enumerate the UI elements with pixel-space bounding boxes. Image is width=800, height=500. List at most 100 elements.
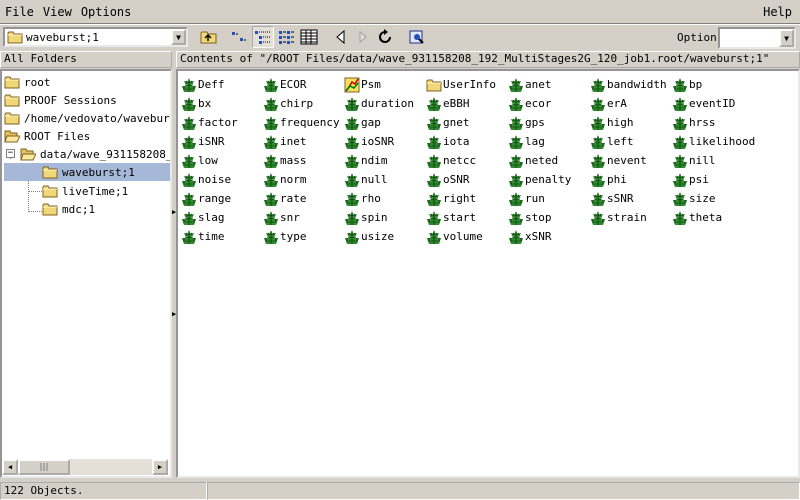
tree-leaf-item[interactable]: volume bbox=[426, 227, 483, 246]
tree-item-root-files[interactable]: ROOT Files bbox=[4, 127, 91, 145]
tree-item-proof-sessions[interactable]: PROOF Sessions bbox=[4, 91, 118, 109]
tree-leaf-item[interactable]: spin bbox=[344, 208, 388, 227]
scroll-thumb[interactable] bbox=[18, 459, 70, 475]
leaf-icon bbox=[344, 210, 360, 226]
tree-item-waveburst[interactable]: waveburst;1 bbox=[4, 163, 170, 181]
tree-leaf-item[interactable]: type bbox=[263, 227, 307, 246]
folder-open-icon bbox=[20, 146, 36, 162]
tree-leaf-item[interactable]: frequency bbox=[263, 113, 340, 132]
tree-leaf-item[interactable]: anet bbox=[508, 75, 552, 94]
tree-leaf-item[interactable]: ECOR bbox=[263, 75, 307, 94]
menu-file[interactable]: File bbox=[1, 5, 38, 19]
tree-leaf-item[interactable]: gap bbox=[344, 113, 381, 132]
leaf-name: range bbox=[198, 192, 232, 205]
tree-leaf-item[interactable]: right bbox=[426, 189, 476, 208]
tree-leaf-item[interactable]: likelihood bbox=[672, 132, 755, 151]
tree-leaf-item[interactable]: phi bbox=[590, 170, 627, 189]
folder-tree[interactable]: − + root PROOF Sessions /home/vedovato/w… bbox=[0, 69, 172, 478]
detail-view-button[interactable] bbox=[298, 26, 320, 48]
tree-leaf-item[interactable]: xSNR bbox=[508, 227, 552, 246]
scroll-right-button[interactable]: ▶ bbox=[152, 459, 168, 475]
tree-leaf-item[interactable]: chirp bbox=[263, 94, 313, 113]
tree-leaf-item[interactable]: duration bbox=[344, 94, 414, 113]
tree-item-mdc[interactable]: mdc;1 bbox=[42, 200, 96, 218]
refresh-button[interactable] bbox=[374, 26, 396, 48]
contents-view[interactable]: Deff bx factor iSNR low noise range slag time ECO… bbox=[176, 69, 800, 478]
tree-leaf-item[interactable]: iota bbox=[426, 132, 470, 151]
tree-leaf-item[interactable]: mass bbox=[263, 151, 307, 170]
tree-leaf-item[interactable]: size bbox=[672, 189, 716, 208]
back-button[interactable] bbox=[330, 26, 352, 48]
tree-leaf-item[interactable]: range bbox=[181, 189, 231, 208]
tree-leaf-item[interactable]: Deff bbox=[181, 75, 225, 94]
scroll-left-button[interactable]: ◀ bbox=[2, 459, 18, 475]
tree-leaf-item[interactable]: inet bbox=[263, 132, 307, 151]
tree-leaf-item[interactable]: ndim bbox=[344, 151, 388, 170]
tree-leaf-item[interactable]: nill bbox=[672, 151, 716, 170]
tree-leaf-item[interactable]: rho bbox=[344, 189, 381, 208]
details-button[interactable] bbox=[276, 26, 298, 48]
tree-leaf-item[interactable]: Psm bbox=[344, 75, 381, 94]
list-view-button[interactable] bbox=[252, 26, 274, 48]
tree-leaf-item[interactable]: snr bbox=[263, 208, 300, 227]
tree-leaf-item[interactable]: bp bbox=[672, 75, 702, 94]
tree-leaf-item[interactable]: lag bbox=[508, 132, 545, 151]
small-icons-button[interactable] bbox=[228, 26, 250, 48]
tree-leaf-item[interactable]: netcc bbox=[426, 151, 476, 170]
tree-leaf-item[interactable]: run bbox=[508, 189, 545, 208]
tree-leaf-item[interactable]: factor bbox=[181, 113, 238, 132]
tree-leaf-item[interactable]: psi bbox=[672, 170, 709, 189]
leaf-name: inet bbox=[280, 135, 307, 148]
folder-up-button[interactable] bbox=[198, 26, 220, 48]
status-bar: 122 Objects. bbox=[0, 481, 800, 500]
tree-leaf-item[interactable]: ioSNR bbox=[344, 132, 394, 151]
chevron-down-icon[interactable]: ▼ bbox=[171, 29, 186, 45]
chevron-down-icon[interactable]: ▼ bbox=[779, 29, 794, 47]
tree-leaf-item[interactable]: sSNR bbox=[590, 189, 634, 208]
menu-view[interactable]: View bbox=[39, 5, 76, 19]
tree-leaf-item[interactable]: penalty bbox=[508, 170, 571, 189]
tree-leaf-item[interactable]: usize bbox=[344, 227, 394, 246]
tree-leaf-item[interactable]: bandwidth bbox=[590, 75, 667, 94]
tree-item-home-dir[interactable]: /home/vedovato/waveburst/ bbox=[4, 109, 170, 127]
tree-leaf-item[interactable]: gps bbox=[508, 113, 545, 132]
tree-leaf-item[interactable]: rate bbox=[263, 189, 307, 208]
tree-leaf-item[interactable]: iSNR bbox=[181, 132, 225, 151]
browse-button[interactable] bbox=[406, 26, 428, 48]
menu-help[interactable]: Help bbox=[759, 5, 796, 19]
tree-leaf-item[interactable]: null bbox=[344, 170, 388, 189]
menu-options[interactable]: Options bbox=[77, 5, 136, 19]
option-combo[interactable]: ▼ bbox=[718, 27, 796, 49]
tree-leaf-item[interactable]: hrss bbox=[672, 113, 716, 132]
collapse-toggle[interactable]: − bbox=[6, 149, 15, 158]
tree-leaf-item[interactable]: erA bbox=[590, 94, 627, 113]
tree-leaf-item[interactable]: low bbox=[181, 151, 218, 170]
tree-leaf-item[interactable]: high bbox=[590, 113, 634, 132]
tree-item-livetime[interactable]: liveTime;1 bbox=[42, 182, 129, 200]
tree-leaf-item[interactable]: eBBH bbox=[426, 94, 470, 113]
tree-leaf-item[interactable]: oSNR bbox=[426, 170, 470, 189]
tree-leaf-item[interactable]: stop bbox=[508, 208, 552, 227]
location-combo[interactable]: waveburst;1 ▼ bbox=[3, 27, 188, 47]
tree-leaf-item[interactable]: nevent bbox=[590, 151, 647, 170]
tree-leaf-item[interactable]: eventID bbox=[672, 94, 735, 113]
tree-item-data-file[interactable]: data/wave_931158208_19 bbox=[20, 145, 170, 163]
tree-leaf-item[interactable]: theta bbox=[672, 208, 722, 227]
tree-leaf-item[interactable]: gnet bbox=[426, 113, 470, 132]
tree-leaf-item[interactable]: ecor bbox=[508, 94, 552, 113]
forward-button[interactable] bbox=[352, 26, 374, 48]
tree-leaf-item[interactable]: strain bbox=[590, 208, 647, 227]
tree-leaf-item[interactable]: time bbox=[181, 227, 225, 246]
tree-leaf-item[interactable]: UserInfo bbox=[426, 75, 496, 94]
tree-leaf-item[interactable]: bx bbox=[181, 94, 211, 113]
tree-leaf-item[interactable]: left bbox=[590, 132, 634, 151]
tree-leaf-item[interactable]: neted bbox=[508, 151, 558, 170]
tree-leaf-item[interactable]: slag bbox=[181, 208, 225, 227]
leaf-name: iota bbox=[443, 135, 470, 148]
tree-leaf-item[interactable]: noise bbox=[181, 170, 231, 189]
tree-item-root[interactable]: root bbox=[4, 73, 52, 91]
leaf-name: lag bbox=[525, 135, 545, 148]
tree-leaf-item[interactable]: norm bbox=[263, 170, 307, 189]
tree-horizontal-scrollbar[interactable]: ◀ ▶ bbox=[2, 459, 168, 475]
tree-leaf-item[interactable]: start bbox=[426, 208, 476, 227]
